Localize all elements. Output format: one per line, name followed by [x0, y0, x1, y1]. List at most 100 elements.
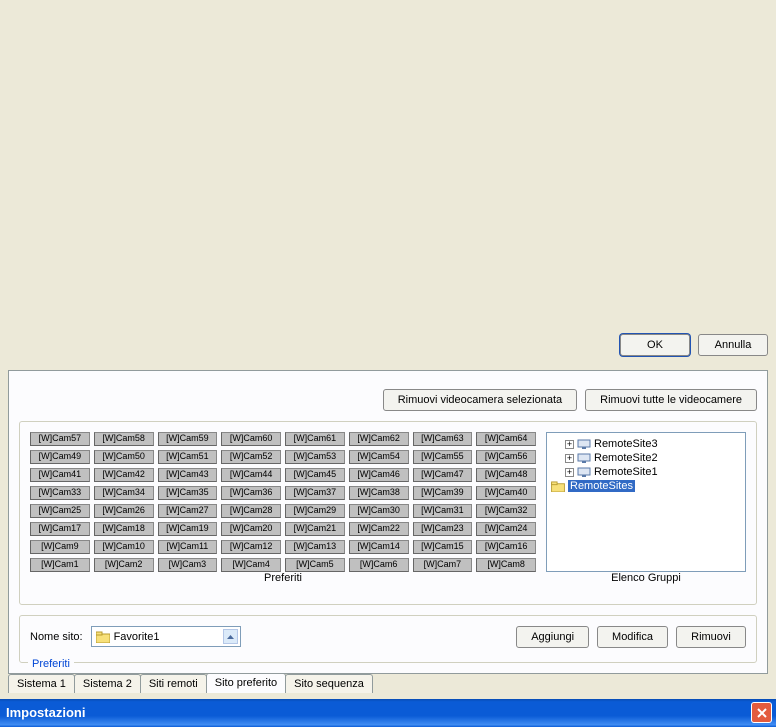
- remove-all-cameras-button[interactable]: Rimuovi tutte le videocamere: [585, 389, 757, 411]
- ok-button[interactable]: OK: [620, 334, 690, 356]
- camera-cell-32[interactable]: [W]Cam32: [476, 504, 536, 518]
- expander-icon[interactable]: +: [565, 468, 574, 477]
- camera-cell-49[interactable]: [W]Cam49: [30, 450, 90, 464]
- camera-label: [W]Cam18: [102, 523, 145, 535]
- camera-cell-45[interactable]: [W]Cam45: [285, 468, 345, 482]
- camera-cell-52[interactable]: [W]Cam52: [221, 450, 281, 464]
- camera-cell-6[interactable]: [W]Cam6: [349, 558, 409, 572]
- camera-cell-33[interactable]: [W]Cam33: [30, 486, 90, 500]
- camera-cell-26[interactable]: [W]Cam26: [94, 504, 154, 518]
- camera-cell-2[interactable]: [W]Cam2: [94, 558, 154, 572]
- camera-cell-53[interactable]: [W]Cam53: [285, 450, 345, 464]
- camera-cell-42[interactable]: [W]Cam42: [94, 468, 154, 482]
- remove-selected-camera-button[interactable]: Rimuovi videocamera selezionata: [383, 389, 577, 411]
- camera-cell-28[interactable]: [W]Cam28: [221, 504, 281, 518]
- camera-cell-15[interactable]: [W]Cam15: [413, 540, 473, 554]
- camera-cell-57[interactable]: [W]Cam57: [30, 432, 90, 446]
- camera-cell-48[interactable]: [W]Cam48: [476, 468, 536, 482]
- expander-icon[interactable]: +: [565, 454, 574, 463]
- camera-cell-5[interactable]: [W]Cam5: [285, 558, 345, 572]
- camera-label: [W]Cam2: [105, 559, 143, 571]
- camera-cell-10[interactable]: [W]Cam10: [94, 540, 154, 554]
- camera-cell-38[interactable]: [W]Cam38: [349, 486, 409, 500]
- camera-cell-13[interactable]: [W]Cam13: [285, 540, 345, 554]
- camera-cell-44[interactable]: [W]Cam44: [221, 468, 281, 482]
- camera-cell-24[interactable]: [W]Cam24: [476, 522, 536, 536]
- expander-icon[interactable]: +: [565, 440, 574, 449]
- camera-cell-40[interactable]: [W]Cam40: [476, 486, 536, 500]
- camera-cell-47[interactable]: [W]Cam47: [413, 468, 473, 482]
- camera-cell-17[interactable]: [W]Cam17: [30, 522, 90, 536]
- camera-cell-36[interactable]: [W]Cam36: [221, 486, 281, 500]
- camera-cell-8[interactable]: [W]Cam8: [476, 558, 536, 572]
- site-name-combo[interactable]: Favorite1: [91, 627, 241, 648]
- camera-cell-7[interactable]: [W]Cam7: [413, 558, 473, 572]
- camera-cell-34[interactable]: [W]Cam34: [94, 486, 154, 500]
- camera-cell-59[interactable]: [W]Cam59: [158, 432, 218, 446]
- camera-label: [W]Cam60: [230, 433, 273, 445]
- camera-label: [W]Cam7: [424, 559, 462, 571]
- camera-label: [W]Cam13: [294, 541, 337, 553]
- camera-cell-12[interactable]: [W]Cam12: [221, 540, 281, 554]
- camera-cell-63[interactable]: [W]Cam63: [413, 432, 473, 446]
- camera-cell-25[interactable]: [W]Cam25: [30, 504, 90, 518]
- camera-cell-4[interactable]: [W]Cam4: [221, 558, 281, 572]
- remove-button[interactable]: Rimuovi: [676, 626, 746, 648]
- camera-cell-62[interactable]: [W]Cam62: [349, 432, 409, 446]
- camera-cell-30[interactable]: [W]Cam30: [349, 504, 409, 518]
- camera-label: [W]Cam1: [41, 559, 79, 571]
- camera-cell-46[interactable]: [W]Cam46: [349, 468, 409, 482]
- camera-cell-56[interactable]: [W]Cam56: [476, 450, 536, 464]
- camera-cell-61[interactable]: [W]Cam61: [285, 432, 345, 446]
- camera-cell-19[interactable]: [W]Cam19: [158, 522, 218, 536]
- camera-cell-1[interactable]: [W]Cam1: [30, 558, 90, 572]
- camera-cell-35[interactable]: [W]Cam35: [158, 486, 218, 500]
- camera-cell-60[interactable]: [W]Cam60: [221, 432, 281, 446]
- tab-sistema-1[interactable]: Sistema 1: [8, 674, 75, 693]
- camera-label: [W]Cam3: [169, 559, 207, 571]
- tab-sito-sequenza[interactable]: Sito sequenza: [285, 674, 373, 693]
- favorites-legend: Preferiti: [28, 658, 74, 670]
- tree-item-remotesite3[interactable]: + RemoteSite3: [551, 437, 741, 451]
- camera-cell-31[interactable]: [W]Cam31: [413, 504, 473, 518]
- camera-label: [W]Cam25: [39, 505, 82, 517]
- camera-cell-27[interactable]: [W]Cam27: [158, 504, 218, 518]
- camera-cell-16[interactable]: [W]Cam16: [476, 540, 536, 554]
- camera-cell-29[interactable]: [W]Cam29: [285, 504, 345, 518]
- camera-cell-23[interactable]: [W]Cam23: [413, 522, 473, 536]
- camera-cell-55[interactable]: [W]Cam55: [413, 450, 473, 464]
- camera-label: [W]Cam24: [485, 523, 528, 535]
- add-button[interactable]: Aggiungi: [516, 626, 589, 648]
- tree-item-remotesite2[interactable]: + RemoteSite2: [551, 451, 741, 465]
- camera-cell-37[interactable]: [W]Cam37: [285, 486, 345, 500]
- tree-root-remotesites[interactable]: RemoteSites: [551, 479, 741, 493]
- camera-cell-11[interactable]: [W]Cam11: [158, 540, 218, 554]
- camera-cell-50[interactable]: [W]Cam50: [94, 450, 154, 464]
- camera-label: [W]Cam50: [102, 451, 145, 463]
- camera-cell-51[interactable]: [W]Cam51: [158, 450, 218, 464]
- tab-sito-preferito[interactable]: Sito preferito: [206, 673, 286, 693]
- combo-dropdown-button[interactable]: [223, 630, 238, 645]
- camera-cell-3[interactable]: [W]Cam3: [158, 558, 218, 572]
- camera-cell-18[interactable]: [W]Cam18: [94, 522, 154, 536]
- cancel-button[interactable]: Annulla: [698, 334, 768, 356]
- camera-cell-21[interactable]: [W]Cam21: [285, 522, 345, 536]
- tab-siti-remoti[interactable]: Siti remoti: [140, 674, 207, 693]
- camera-cell-9[interactable]: [W]Cam9: [30, 540, 90, 554]
- site-icon: [577, 453, 591, 464]
- camera-grid: [W]Cam1 [W]Cam2 [W]Cam3 [W]Cam4 [W]Cam5 [W]Ca…: [30, 432, 536, 572]
- camera-cell-22[interactable]: [W]Cam22: [349, 522, 409, 536]
- camera-cell-58[interactable]: [W]Cam58: [94, 432, 154, 446]
- camera-cell-39[interactable]: [W]Cam39: [413, 486, 473, 500]
- tab-sistema-2[interactable]: Sistema 2: [74, 674, 141, 693]
- group-tree[interactable]: RemoteSites + RemoteSite1 + RemoteSite2 …: [546, 432, 746, 572]
- modify-button[interactable]: Modifica: [597, 626, 668, 648]
- camera-cell-14[interactable]: [W]Cam14: [349, 540, 409, 554]
- camera-cell-41[interactable]: [W]Cam41: [30, 468, 90, 482]
- camera-cell-54[interactable]: [W]Cam54: [349, 450, 409, 464]
- tree-item-remotesite1[interactable]: + RemoteSite1: [551, 465, 741, 479]
- close-button[interactable]: [751, 703, 772, 724]
- camera-cell-20[interactable]: [W]Cam20: [221, 522, 281, 536]
- camera-cell-64[interactable]: [W]Cam64: [476, 432, 536, 446]
- camera-cell-43[interactable]: [W]Cam43: [158, 468, 218, 482]
